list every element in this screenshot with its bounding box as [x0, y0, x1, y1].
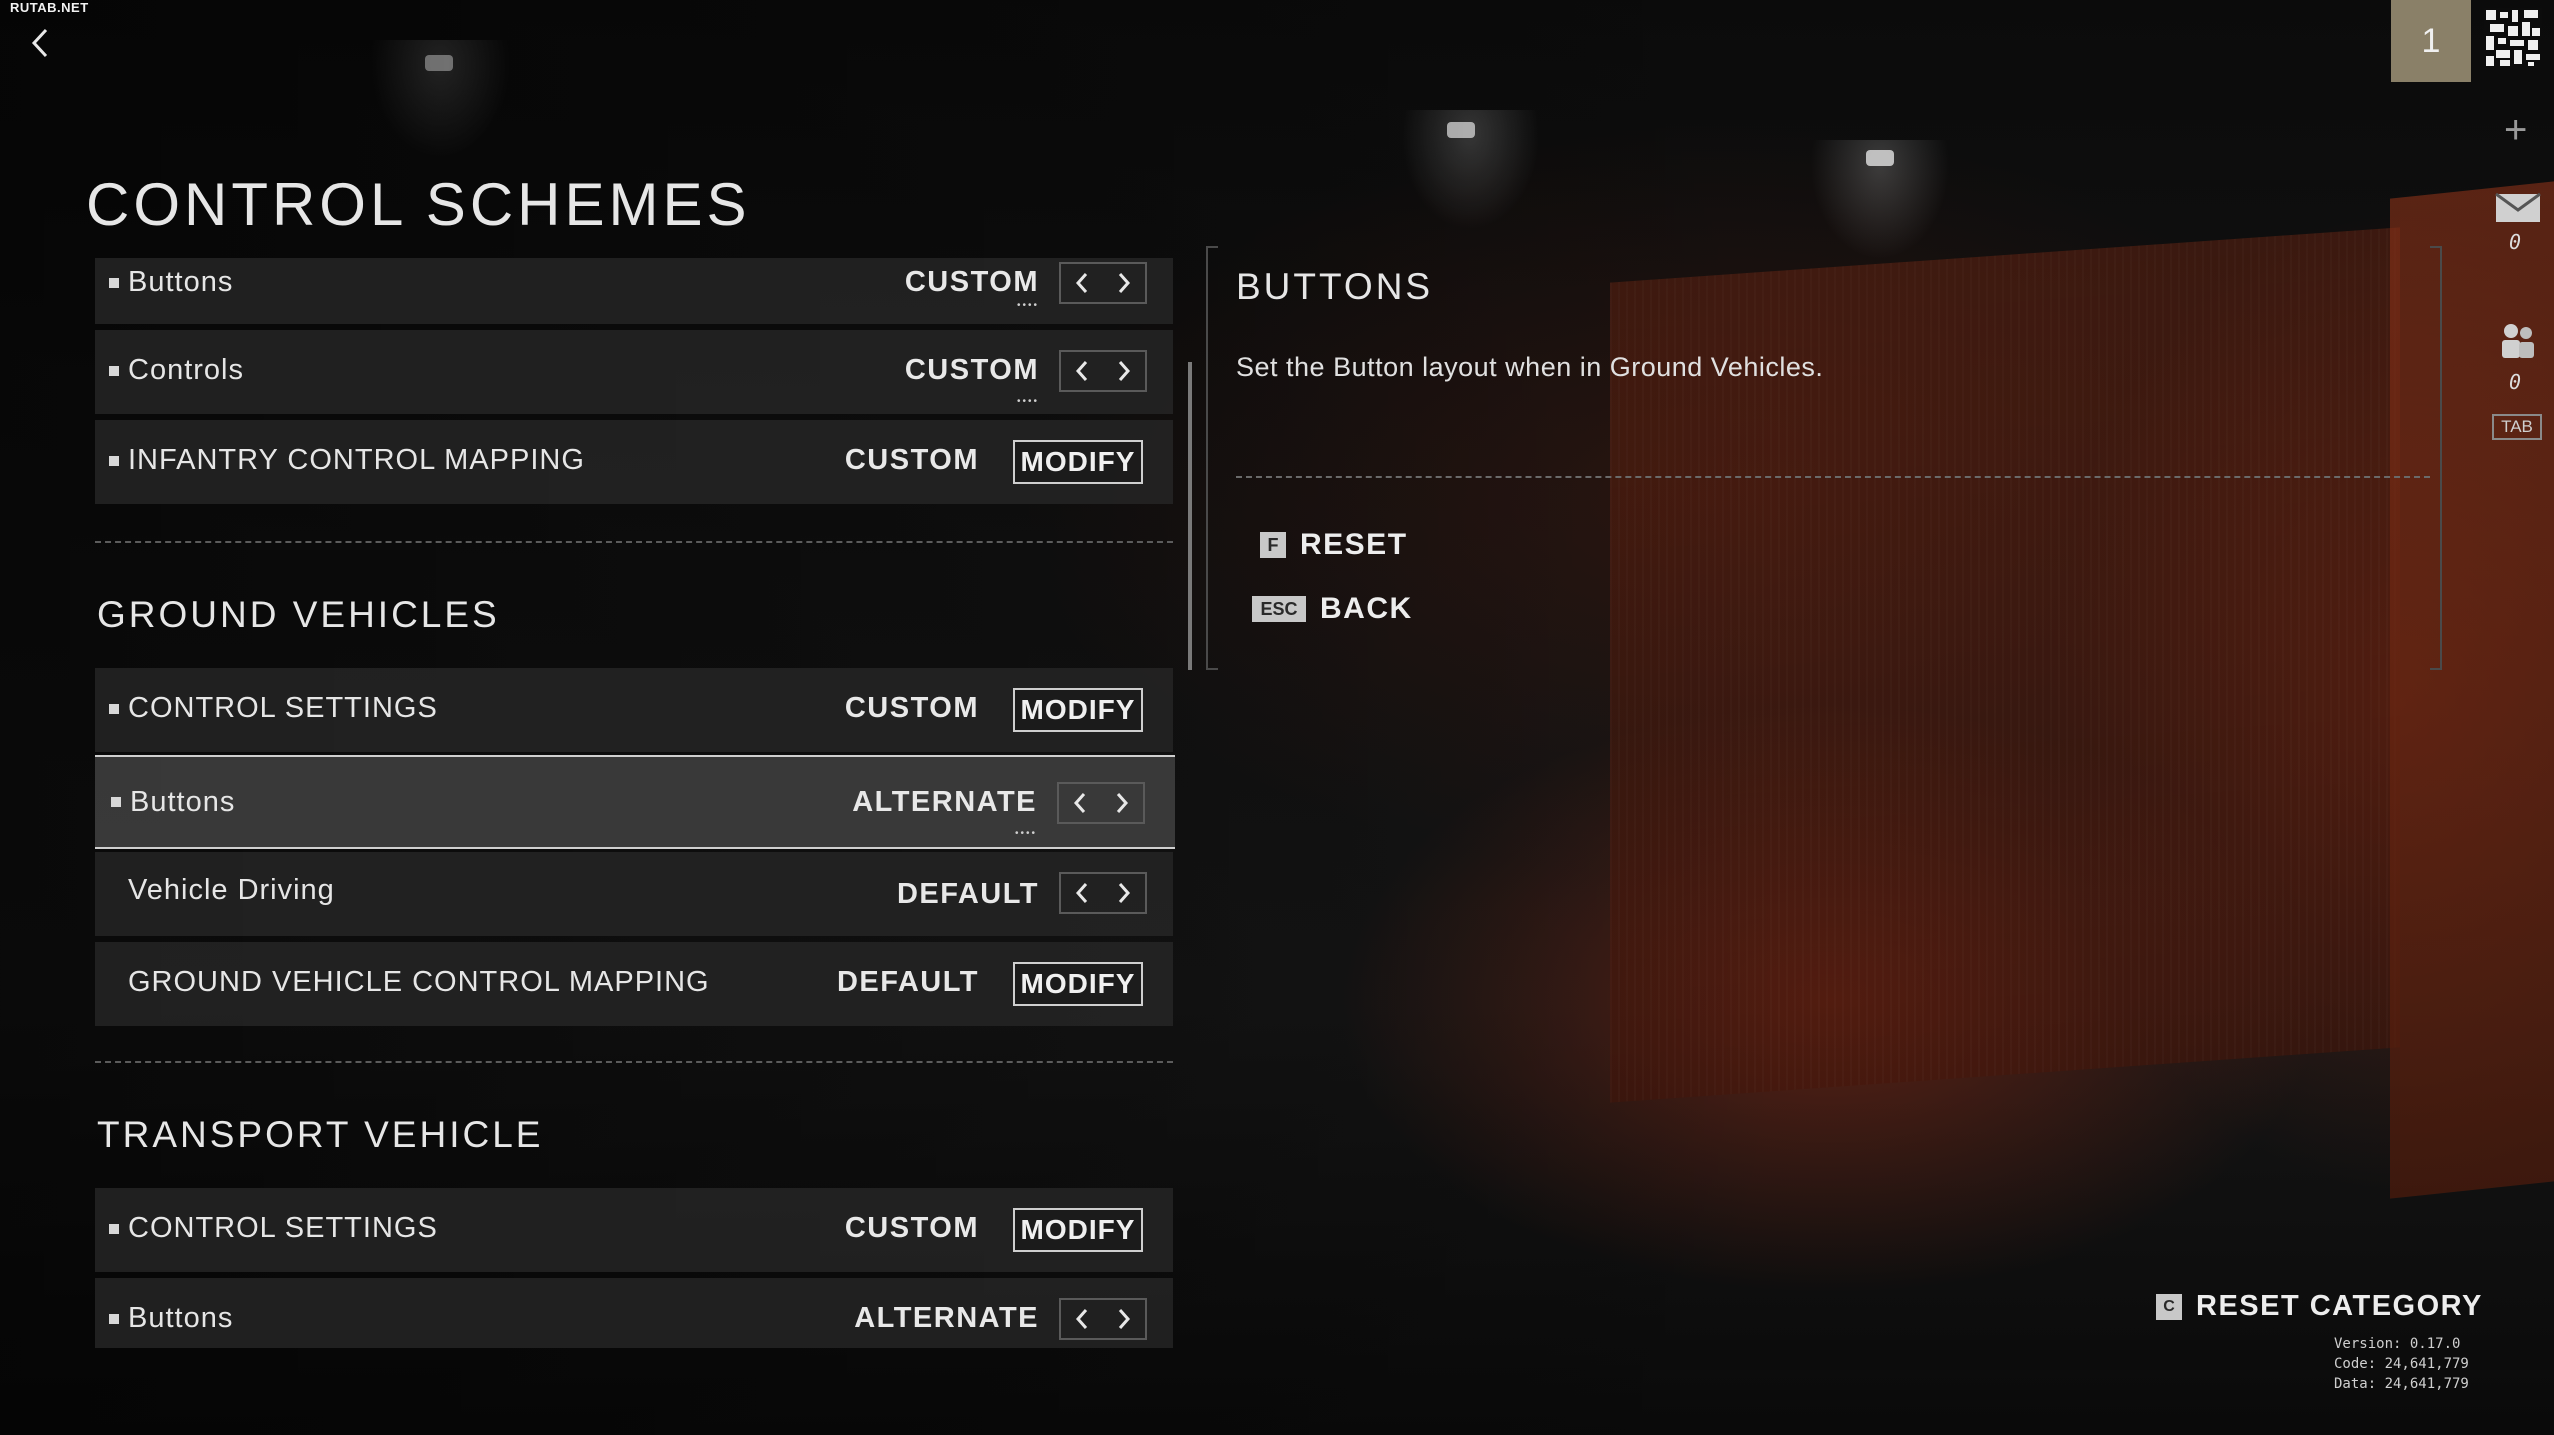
setting-label: INFANTRY CONTROL MAPPING — [128, 444, 585, 476]
key-hint-esc: ESC — [1252, 596, 1306, 622]
setting-label: Buttons — [128, 1302, 234, 1334]
section-title-transport-vehicle: TRANSPORT VEHICLE — [97, 1114, 544, 1155]
scrollbar[interactable] — [1188, 362, 1192, 670]
reset-action[interactable]: F RESET — [1260, 528, 1408, 562]
back-arrow-icon[interactable] — [26, 26, 56, 60]
row-bullet — [109, 278, 119, 288]
setting-row-ground-control-settings[interactable]: CONTROL SETTINGS CUSTOM MODIFY — [95, 668, 1173, 752]
value-dots: •••• — [1014, 828, 1037, 839]
chevron-left-icon[interactable] — [1059, 784, 1101, 822]
code-text: Code: 24,641,779 — [2334, 1356, 2469, 1372]
modify-button[interactable]: MODIFY — [1013, 1208, 1143, 1252]
friends-count: 0 — [2509, 370, 2522, 394]
setting-label: Buttons — [130, 786, 236, 818]
row-bullet — [111, 797, 121, 807]
setting-value: CUSTOM — [904, 266, 1039, 298]
screen: RUTAB.NET CONTROL SCHEMES Buttons CUSTOM… — [0, 0, 2554, 1435]
page-title: CONTROL SCHEMES — [86, 171, 751, 238]
settings-list: Buttons CUSTOM •••• Controls CUSTOM ••••… — [95, 258, 1175, 1348]
value-dots: •••• — [1016, 396, 1039, 407]
player-number-badge[interactable]: 1 — [2391, 0, 2471, 82]
setting-value: CUSTOM — [904, 354, 1039, 386]
setting-label: Buttons — [128, 266, 234, 298]
info-divider — [1236, 476, 2430, 478]
chevron-right-icon[interactable] — [1103, 264, 1145, 302]
row-bullet — [109, 1314, 119, 1324]
setting-value: ALTERNATE — [852, 786, 1037, 818]
chevron-right-icon[interactable] — [1103, 874, 1145, 912]
setting-row-ground-vehicle-mapping[interactable]: GROUND VEHICLE CONTROL MAPPING DEFAULT M… — [95, 942, 1173, 1026]
friends-icon[interactable] — [2498, 322, 2538, 369]
section-divider — [95, 1061, 1173, 1063]
setting-value: DEFAULT — [836, 966, 979, 998]
reset-category-action[interactable]: C RESET CATEGORY — [2156, 1290, 2483, 1323]
value-dots: •••• — [1016, 300, 1039, 311]
panel-bracket-right — [2430, 246, 2442, 670]
qr-code-icon[interactable] — [2484, 8, 2542, 68]
ceiling-lamp-cap — [1866, 150, 1894, 166]
setting-label: GROUND VEHICLE CONTROL MAPPING — [128, 966, 710, 998]
setting-value: DEFAULT — [896, 878, 1039, 910]
chevron-right-icon[interactable] — [1103, 352, 1145, 390]
setting-value: CUSTOM — [844, 1212, 979, 1244]
setting-row-buttons[interactable]: Buttons CUSTOM •••• — [95, 258, 1173, 324]
modify-button[interactable]: MODIFY — [1013, 962, 1143, 1006]
row-bullet — [109, 366, 119, 376]
chevron-left-icon[interactable] — [1061, 1300, 1103, 1338]
tab-key-hint[interactable]: TAB — [2492, 414, 2542, 440]
mail-count: 0 — [2509, 230, 2522, 254]
version-text: Version: 0.17.0 — [2334, 1336, 2461, 1352]
setting-row-transport-buttons[interactable]: Buttons ALTERNATE — [95, 1278, 1173, 1348]
value-selector — [1059, 350, 1147, 392]
mail-icon[interactable] — [2494, 192, 2542, 229]
version-info: Version: 0.17.0 Code: 24,641,779 Data: 2… — [2334, 1334, 2469, 1394]
watermark: RUTAB.NET — [10, 0, 89, 15]
setting-row-vehicle-driving[interactable]: Vehicle Driving DEFAULT — [95, 852, 1173, 936]
back-action[interactable]: ESC BACK — [1252, 592, 1413, 626]
modify-button[interactable]: MODIFY — [1013, 440, 1143, 484]
key-hint-c: C — [2156, 1293, 2182, 1320]
row-bullet — [109, 456, 119, 466]
chevron-right-icon[interactable] — [1103, 1300, 1145, 1338]
value-selector — [1059, 262, 1147, 304]
ceiling-lamp-cap — [1447, 122, 1475, 138]
setting-value: ALTERNATE — [854, 1302, 1039, 1334]
modify-button[interactable]: MODIFY — [1013, 688, 1143, 732]
info-title: BUTTONS — [1236, 266, 1434, 307]
row-bullet — [109, 704, 119, 714]
setting-row-controls[interactable]: Controls CUSTOM •••• — [95, 330, 1173, 414]
info-description: Set the Button layout when in Ground Veh… — [1236, 352, 1824, 382]
data-text: Data: 24,641,779 — [2334, 1376, 2469, 1392]
value-selector — [1057, 782, 1145, 824]
ceiling-lamp-cap — [425, 55, 453, 71]
setting-label: CONTROL SETTINGS — [128, 1212, 438, 1244]
chevron-left-icon[interactable] — [1061, 352, 1103, 390]
key-hint-f: F — [1260, 532, 1286, 558]
chevron-left-icon[interactable] — [1061, 264, 1103, 302]
value-selector — [1059, 1298, 1147, 1340]
chevron-right-icon[interactable] — [1101, 784, 1143, 822]
setting-row-ground-buttons[interactable]: Buttons ALTERNATE •••• — [95, 755, 1175, 849]
section-title-ground-vehicles: GROUND VEHICLES — [97, 594, 500, 635]
setting-value: CUSTOM — [844, 692, 979, 724]
plus-icon[interactable]: + — [2504, 108, 2527, 153]
value-selector — [1059, 872, 1147, 914]
reset-label: RESET — [1300, 528, 1408, 561]
setting-value: CUSTOM — [844, 444, 979, 476]
back-label: BACK — [1320, 592, 1413, 625]
section-divider — [95, 541, 1173, 543]
reset-category-label: RESET CATEGORY — [2196, 1290, 2483, 1322]
setting-label: CONTROL SETTINGS — [128, 692, 438, 724]
setting-row-infantry-mapping[interactable]: INFANTRY CONTROL MAPPING CUSTOM MODIFY — [95, 420, 1173, 504]
setting-label: Vehicle Driving — [128, 874, 335, 906]
row-bullet — [109, 1224, 119, 1234]
setting-row-transport-control-settings[interactable]: CONTROL SETTINGS CUSTOM MODIFY — [95, 1188, 1173, 1272]
info-panel: BUTTONS Set the Button layout when in Gr… — [1206, 246, 2442, 670]
chevron-left-icon[interactable] — [1061, 874, 1103, 912]
setting-label: Controls — [128, 354, 244, 386]
panel-bracket-left — [1206, 246, 1218, 670]
